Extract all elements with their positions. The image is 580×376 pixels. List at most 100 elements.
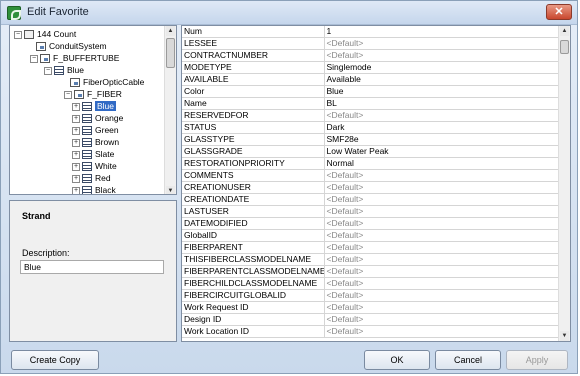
property-row[interactable]: Num 1 [182, 26, 560, 39]
expand-icon[interactable]: + [72, 126, 80, 135]
scroll-down-icon[interactable]: ▼ [560, 331, 569, 341]
expand-icon[interactable]: + [72, 162, 80, 171]
collapse-icon[interactable]: − [30, 54, 38, 63]
property-row[interactable]: GLASSGRADE Low Water Peak [182, 145, 560, 159]
collapse-icon[interactable]: − [44, 66, 52, 75]
property-value[interactable]: <Default> [324, 229, 560, 243]
expand-icon[interactable]: + [72, 186, 80, 194]
property-value[interactable]: Available [324, 73, 560, 87]
apply-button[interactable]: Apply [506, 350, 568, 370]
expand-icon[interactable]: + [72, 150, 80, 159]
property-value[interactable]: <Default> [324, 169, 560, 183]
scroll-down-icon[interactable]: ▼ [166, 186, 175, 194]
table-icon [54, 66, 64, 76]
property-value[interactable]: <Default> [324, 265, 560, 279]
tree-item[interactable]: + Green [72, 124, 119, 136]
tree-item[interactable]: − F_FIBER [64, 88, 122, 100]
property-row[interactable]: FIBERCHILDCLASSMODELNAME <Default> [182, 277, 560, 291]
tree-item-label: Brown [95, 137, 120, 147]
property-name: Work Request ID [182, 301, 325, 315]
grid-scrollbar[interactable]: ▲ ▼ [558, 26, 570, 341]
close-button[interactable]: ✕ [546, 4, 572, 20]
tree-scrollbar[interactable]: ▲ ▼ [164, 26, 176, 194]
property-value[interactable]: <Default> [324, 49, 560, 63]
property-row[interactable]: Color Blue [182, 85, 560, 99]
tree-item[interactable]: + Blue [72, 100, 117, 112]
property-value[interactable]: <Default> [324, 193, 560, 207]
property-row[interactable]: THISFIBERCLASSMODELNAME <Default> [182, 253, 560, 267]
property-row[interactable]: COMMENTS <Default> [182, 169, 560, 183]
property-grid: Num 1 LESSEE <Default> CONTRACTNUMBER <Defaul… [181, 25, 571, 342]
property-row[interactable]: FIBERPARENTCLASSMODELNAME <Default> [182, 265, 560, 279]
ok-button[interactable]: OK [364, 350, 430, 370]
description-field[interactable]: Blue [20, 260, 164, 274]
property-row[interactable]: Design ID <Default> [182, 313, 560, 327]
grid-scroll-thumb[interactable] [560, 40, 569, 54]
property-value[interactable]: <Default> [324, 301, 560, 315]
tree-item[interactable]: − F_BUFFERTUBE [30, 52, 119, 64]
property-value[interactable]: <Default> [324, 325, 560, 339]
property-row[interactable]: LASTUSER <Default> [182, 205, 560, 219]
property-name: CONTRACTNUMBER [182, 49, 325, 63]
property-value[interactable]: <Default> [324, 217, 560, 231]
tree-item[interactable]: + Black [72, 184, 116, 194]
property-row[interactable]: STATUS Dark [182, 121, 560, 135]
property-value[interactable]: Singlemode [324, 61, 560, 75]
tree-item[interactable]: FiberOpticCable [70, 76, 144, 88]
expand-icon[interactable]: + [72, 114, 80, 123]
tree-item[interactable]: − 144 Count [14, 28, 76, 40]
property-row[interactable]: FIBERPARENT <Default> [182, 241, 560, 255]
scroll-up-icon[interactable]: ▲ [560, 26, 569, 36]
expand-icon[interactable]: + [72, 174, 80, 183]
property-value[interactable]: <Default> [324, 241, 560, 255]
property-row[interactable]: RESTORATIONPRIORITY Normal [182, 157, 560, 171]
property-value[interactable]: <Default> [324, 313, 560, 327]
property-row[interactable]: Work Location ID <Default> [182, 325, 560, 339]
collapse-icon[interactable]: − [14, 30, 22, 39]
tree-item[interactable]: + White [72, 160, 117, 172]
property-row[interactable]: GlobalID <Default> [182, 229, 560, 243]
property-row[interactable]: MODETYPE Singlemode [182, 61, 560, 75]
property-row[interactable]: CREATIONUSER <Default> [182, 181, 560, 195]
property-value[interactable]: BL [324, 97, 560, 111]
create-copy-button[interactable]: Create Copy [11, 350, 99, 370]
property-row[interactable]: Name BL [182, 97, 560, 111]
property-value[interactable]: <Default> [324, 109, 560, 123]
property-value[interactable]: <Default> [324, 253, 560, 267]
property-row[interactable]: FIBERCIRCUITGLOBALID <Default> [182, 289, 560, 303]
expand-icon[interactable]: + [72, 102, 80, 111]
property-value[interactable]: Dark [324, 121, 560, 135]
cancel-button[interactable]: Cancel [435, 350, 501, 370]
property-row[interactable]: LESSEE <Default> [182, 37, 560, 51]
property-row[interactable]: DATEMODIFIED <Default> [182, 217, 560, 231]
property-value[interactable]: Normal [324, 157, 560, 171]
property-value[interactable]: <Default> [324, 37, 560, 51]
property-value[interactable]: <Default> [324, 181, 560, 195]
tree-item[interactable]: + Brown [72, 136, 119, 148]
expand-icon[interactable]: + [72, 138, 80, 147]
property-name: Num [182, 26, 325, 39]
collapse-icon[interactable]: − [64, 90, 72, 99]
scroll-up-icon[interactable]: ▲ [166, 26, 175, 36]
property-value[interactable]: <Default> [324, 205, 560, 219]
tree-item[interactable]: ConduitSystem [36, 40, 107, 52]
property-row[interactable]: Work Request ID <Default> [182, 301, 560, 315]
tree-scroll-thumb[interactable] [166, 38, 175, 68]
property-row[interactable]: RESERVEDFOR <Default> [182, 109, 560, 123]
tree-item[interactable]: + Slate [72, 148, 114, 160]
property-row[interactable]: GLASSTYPE SMF28e [182, 133, 560, 147]
tree-item[interactable]: + Orange [72, 112, 123, 124]
tree-item-label: Green [95, 125, 119, 135]
property-name: THISFIBERCLASSMODELNAME [182, 253, 325, 267]
tree-item[interactable]: + Red [72, 172, 111, 184]
property-row[interactable]: AVAILABLE Available [182, 73, 560, 87]
property-value[interactable]: Blue [324, 85, 560, 99]
property-row[interactable]: CREATIONDATE <Default> [182, 193, 560, 207]
property-value[interactable]: SMF28e [324, 133, 560, 147]
property-value[interactable]: <Default> [324, 277, 560, 291]
property-value[interactable]: <Default> [324, 289, 560, 303]
property-value[interactable]: Low Water Peak [324, 145, 560, 159]
property-value[interactable]: 1 [324, 26, 560, 39]
property-row[interactable]: CONTRACTNUMBER <Default> [182, 49, 560, 63]
tree-item[interactable]: − Blue [44, 64, 84, 76]
